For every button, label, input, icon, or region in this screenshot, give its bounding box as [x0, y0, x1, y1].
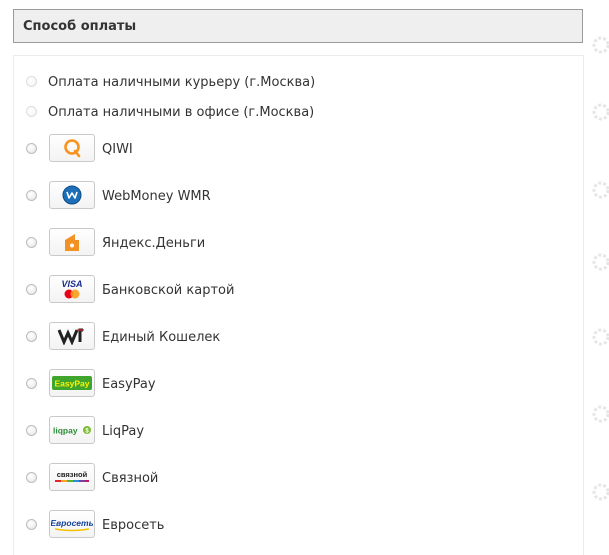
easypay-text: EasyPay: [55, 379, 90, 389]
radio-button[interactable]: [26, 472, 37, 483]
payment-option-bank-card[interactable]: VISA Банковской картой: [14, 275, 583, 305]
payment-option-label: QIWI: [102, 142, 133, 157]
visa-mastercard-logo-icon: VISA: [49, 275, 95, 303]
webmoney-logo-icon: [49, 181, 95, 209]
radio-button[interactable]: [26, 284, 37, 295]
payment-option-label: Единый Кошелек: [102, 330, 221, 345]
svyaznoy-text: связной: [57, 470, 88, 479]
radio-button[interactable]: [26, 425, 37, 436]
payment-method-header: Способ оплаты: [13, 9, 583, 43]
payment-option-yandex-money[interactable]: Яндекс.Деньги: [14, 228, 583, 258]
payment-option-label: Связной: [102, 471, 159, 486]
payment-option-label: Оплата наличными курьеру (г.Москва): [48, 75, 316, 90]
payment-option-label: EasyPay: [102, 377, 156, 392]
euroset-logo-icon: Евросеть: [49, 510, 95, 538]
radio-button[interactable]: [26, 237, 37, 248]
payment-option-svyaznoy[interactable]: связной Связной: [14, 463, 583, 493]
payment-option-label: LiqPay: [102, 424, 145, 439]
qiwi-logo-icon: [49, 134, 95, 162]
payment-option-easypay[interactable]: EasyPay EasyPay: [14, 369, 583, 399]
svyaznoy-logo-icon: связной: [49, 463, 95, 491]
page-title: Способ оплаты: [23, 19, 137, 34]
decorative-gear-icon: [592, 483, 609, 501]
radio-button[interactable]: [26, 143, 37, 154]
payment-option-office[interactable]: Оплата наличными в офисе (г.Москва): [14, 102, 583, 124]
payment-option-qiwi[interactable]: QIWI: [14, 134, 583, 164]
payment-option-label: Оплата наличными в офисе (г.Москва): [48, 105, 315, 120]
visa-text: VISA: [61, 279, 82, 289]
decorative-gear-icon: [592, 103, 609, 121]
decorative-gear-icon: [592, 253, 609, 271]
decorative-gear-icon: [592, 405, 609, 423]
radio-button[interactable]: [26, 519, 37, 530]
radio-button[interactable]: [26, 76, 37, 87]
payment-options-list: Оплата наличными курьеру (г.Москва) Опла…: [13, 55, 584, 555]
decorative-gear-icon: [592, 36, 609, 54]
decorative-gear-icon: [592, 181, 609, 199]
payment-option-liqpay[interactable]: liqpay $ LiqPay: [14, 416, 583, 446]
yandex-money-logo-icon: [49, 228, 95, 256]
payment-option-euroset[interactable]: Евросеть Евросеть: [14, 510, 583, 540]
w1-logo-icon: [49, 322, 95, 350]
radio-button[interactable]: [26, 190, 37, 201]
liqpay-logo-icon: liqpay $: [49, 416, 95, 444]
payment-option-courier[interactable]: Оплата наличными курьеру (г.Москва): [14, 72, 583, 94]
payment-option-label: Евросеть: [102, 518, 165, 533]
radio-button[interactable]: [26, 378, 37, 389]
payment-option-w1[interactable]: Единый Кошелек: [14, 322, 583, 352]
easypay-logo-icon: EasyPay: [49, 369, 95, 397]
liqpay-text: liqpay: [53, 426, 78, 436]
radio-button[interactable]: [26, 331, 37, 342]
euroset-text: Евросеть: [51, 518, 93, 528]
payment-option-label: Банковской картой: [102, 283, 235, 298]
decorative-gear-icon: [592, 328, 609, 346]
radio-button[interactable]: [26, 106, 37, 117]
payment-option-webmoney[interactable]: WebMoney WMR: [14, 181, 583, 211]
payment-option-label: WebMoney WMR: [102, 189, 211, 204]
payment-option-label: Яндекс.Деньги: [102, 236, 206, 251]
